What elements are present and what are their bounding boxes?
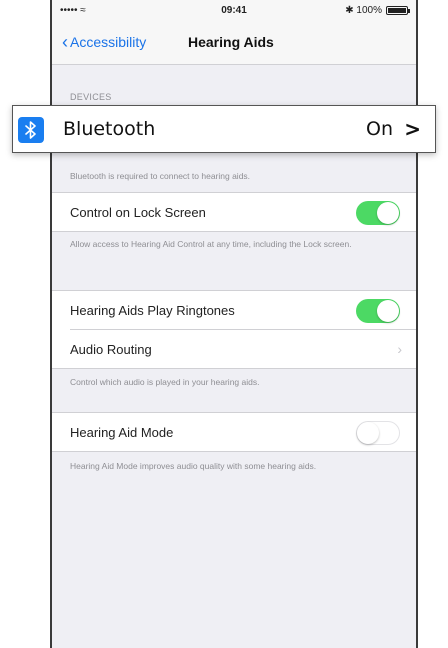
back-button[interactable]: ‹ Accessibility <box>62 32 147 52</box>
battery-text: ✱ 100% <box>345 5 382 16</box>
phone-frame: ••••• ≈ 09:41 ✱ 100% ‹ Accessibility Hea… <box>50 0 418 648</box>
back-label: Accessibility <box>70 34 147 50</box>
lock-screen-label: Control on Lock Screen <box>70 204 206 220</box>
navigation-bar: ‹ Accessibility Hearing Aids <box>52 22 416 65</box>
bluetooth-icon <box>18 117 44 143</box>
ringtones-row: Hearing Aids Play Ringtones <box>52 291 416 329</box>
lock-screen-toggle[interactable] <box>356 201 400 225</box>
battery-fill <box>388 8 406 13</box>
ringtones-group: Hearing Aids Play Ringtones Audio Routin… <box>52 290 416 369</box>
battery-icon <box>386 6 410 15</box>
ringtones-toggle[interactable] <box>356 299 400 323</box>
hearing-mode-group: Hearing Aid Mode <box>52 412 416 452</box>
chevron-right-icon: › <box>397 341 402 357</box>
bluetooth-row[interactable]: Bluetooth On > <box>12 105 436 153</box>
hearing-mode-toggle[interactable] <box>356 421 400 445</box>
page-title: Hearing Aids <box>188 34 274 50</box>
toggle-knob <box>377 202 399 224</box>
devices-footer: Bluetooth is required to connect to hear… <box>70 171 251 181</box>
hearing-mode-row: Hearing Aid Mode <box>52 413 416 451</box>
audio-routing-footer: Control which audio is played in your he… <box>70 377 260 387</box>
battery-area: ✱ 100% <box>345 5 410 16</box>
ringtones-label: Hearing Aids Play Ringtones <box>70 302 235 318</box>
chevron-left-icon: ‹ <box>62 32 68 52</box>
audio-routing-row[interactable]: Audio Routing › <box>70 329 416 368</box>
audio-routing-label: Audio Routing <box>70 341 152 357</box>
hearing-mode-footer: Hearing Aid Mode improves audio quality … <box>70 461 317 471</box>
status-bar: ••••• ≈ 09:41 ✱ 100% <box>52 0 416 22</box>
devices-section-header: DEVICES <box>70 92 112 102</box>
lock-screen-row: Control on Lock Screen <box>52 193 416 231</box>
toggle-knob <box>357 422 379 444</box>
toggle-knob <box>377 300 399 322</box>
chevron-right-icon: > <box>404 117 421 141</box>
bluetooth-value: On <box>366 118 393 140</box>
bluetooth-glyph <box>25 121 36 139</box>
hearing-mode-label: Hearing Aid Mode <box>70 424 174 440</box>
lock-screen-footer: Allow access to Hearing Aid Control at a… <box>70 239 352 249</box>
bluetooth-label: Bluetooth <box>63 118 156 140</box>
lock-screen-group: Control on Lock Screen <box>52 192 416 232</box>
